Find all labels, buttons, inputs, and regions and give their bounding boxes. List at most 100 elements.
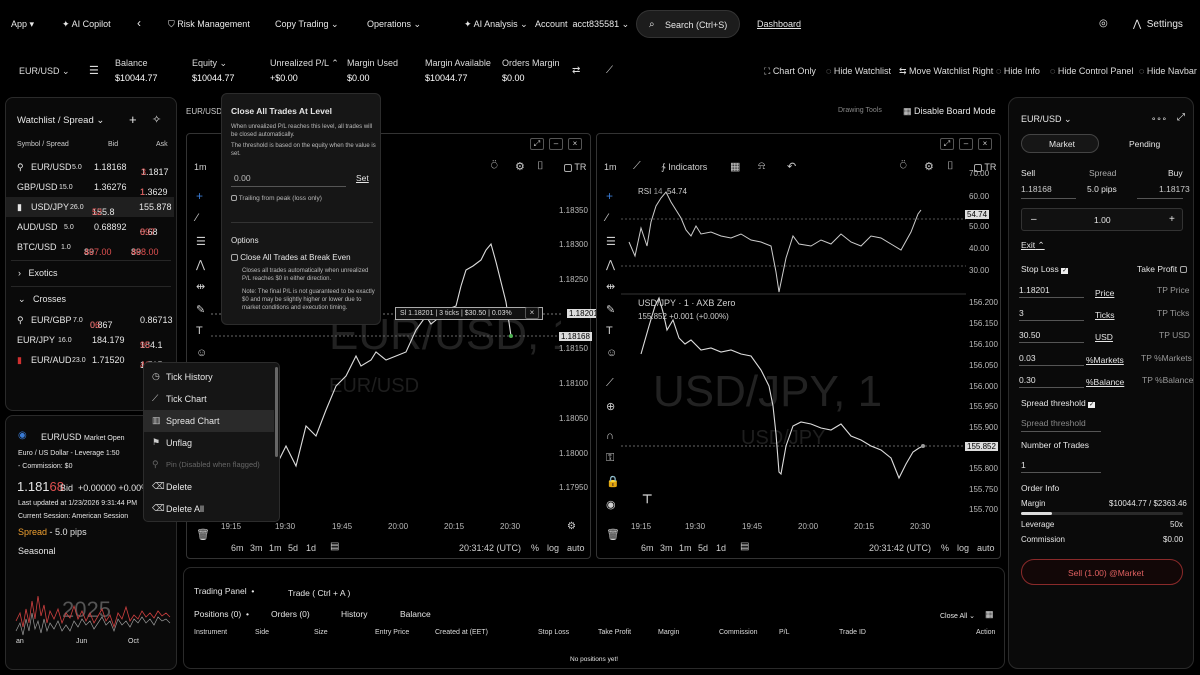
grid-icon[interactable]: ▦ bbox=[985, 609, 994, 620]
trade-shortcut[interactable]: Trade ( Ctrl + A ) bbox=[288, 588, 350, 598]
range-1d[interactable]: 1d bbox=[306, 543, 316, 553]
measure-icon[interactable]: ⇹ bbox=[196, 280, 205, 293]
camera-icon[interactable]: ⌷ bbox=[537, 160, 544, 173]
delete-all-item[interactable]: ⌫ Delete All bbox=[144, 498, 274, 520]
back-chevron-icon[interactable]: ‹ bbox=[137, 16, 141, 30]
tp-price-input[interactable]: TP Price bbox=[1157, 285, 1189, 295]
ruler-icon[interactable]: ⟋ bbox=[606, 377, 614, 390]
sparkle-icon[interactable]: ✧ bbox=[152, 113, 161, 126]
crosshair-icon[interactable]: + bbox=[606, 189, 613, 203]
undo-icon[interactable]: ↶ bbox=[787, 160, 796, 173]
auto-toggle[interactable]: auto bbox=[567, 543, 585, 553]
pattern-icon[interactable]: ⋀ bbox=[606, 258, 615, 271]
minus-icon[interactable]: – bbox=[1031, 214, 1037, 225]
hide-navbar-button[interactable]: ◌ Hide Navbar bbox=[1139, 66, 1197, 76]
close-all-button[interactable]: Close All ⌄ bbox=[940, 612, 975, 620]
plus-icon[interactable]: + bbox=[1169, 214, 1175, 225]
watchlist-row[interactable]: EUR/JPY 16.0 184.179 184.1 95 bbox=[6, 330, 174, 350]
stop-loss-toggle[interactable]: Stop Loss ✓ bbox=[1021, 264, 1069, 274]
fib-icon[interactable]: ☰ bbox=[606, 235, 616, 248]
measure-icon[interactable]: ⇹ bbox=[606, 280, 615, 293]
pattern-icon[interactable]: ⋀ bbox=[196, 258, 205, 271]
spread-threshold-input[interactable]: Spread threshold bbox=[1021, 418, 1086, 428]
sliders-icon[interactable]: ☰ bbox=[89, 64, 99, 77]
watchlist-row-selected[interactable]: ▮ USD/JPY 26.0 155.8 52 155.878 bbox=[6, 197, 174, 217]
chart-only-button[interactable]: ⛶ Chart Only bbox=[764, 66, 816, 77]
interval-button[interactable]: 1m bbox=[604, 162, 617, 172]
watchlist-row[interactable]: AUD/USD 5.0 0.68892 0.68 897 bbox=[6, 217, 174, 237]
chart-icon[interactable]: ⟋ bbox=[606, 65, 613, 76]
exotics-group[interactable]: › Exotics bbox=[18, 268, 58, 278]
upl-label[interactable]: Unrealized P/L ⌃ bbox=[270, 58, 339, 69]
account-selector[interactable]: Account acct835581 ⌄ bbox=[535, 19, 629, 30]
copy-trading-menu[interactable]: Copy Trading ⌄ bbox=[275, 19, 339, 30]
quantity-value[interactable]: 1.00 bbox=[1094, 215, 1111, 225]
spread-chart-item[interactable]: ▥ Spread Chart bbox=[144, 410, 274, 432]
fib-icon[interactable]: ☰ bbox=[196, 235, 206, 248]
tp-balance-input[interactable]: TP %Balance bbox=[1142, 375, 1193, 385]
sl-ticks-input[interactable]: 3 bbox=[1019, 308, 1024, 318]
equity-label[interactable]: Equity ⌄ bbox=[192, 58, 227, 69]
sl-markets-input[interactable]: 0.03 bbox=[1019, 353, 1036, 363]
tick-chart-item[interactable]: ⟋ Tick Chart bbox=[144, 388, 274, 410]
ai-analysis-menu[interactable]: ✦ AI Analysis ⌄ bbox=[464, 19, 528, 30]
range-3m[interactable]: 3m bbox=[250, 543, 263, 553]
percent-toggle[interactable]: % bbox=[531, 543, 539, 553]
take-profit-toggle[interactable]: Take Profit bbox=[1137, 264, 1187, 274]
scrollbar[interactable] bbox=[275, 367, 278, 457]
eye-icon[interactable]: ◉ bbox=[606, 498, 616, 511]
trash-icon[interactable]: 🗑 bbox=[606, 528, 620, 541]
tp-usd-input[interactable]: TP USD bbox=[1159, 330, 1190, 340]
camera-icon[interactable]: ⌷ bbox=[947, 160, 954, 173]
brush-icon[interactable]: ✎ bbox=[606, 303, 615, 316]
tab-history[interactable]: History bbox=[341, 609, 367, 619]
sl-balance-input[interactable]: 0.30 bbox=[1019, 375, 1036, 385]
tab-positions[interactable]: Positions (0) • bbox=[194, 609, 249, 619]
range-1m[interactable]: 1m bbox=[269, 543, 282, 553]
range-5d[interactable]: 5d bbox=[698, 543, 708, 553]
pin-item-disabled[interactable]: ⚲ Pin (Disabled when flagged) bbox=[144, 454, 274, 476]
range-6m[interactable]: 6m bbox=[641, 543, 654, 553]
close-icon[interactable]: × bbox=[978, 138, 992, 150]
drawing-tools-label[interactable]: Drawing Tools bbox=[838, 107, 882, 114]
quantity-stepper[interactable]: – 1.00 + bbox=[1021, 208, 1183, 231]
range-3m[interactable]: 3m bbox=[660, 543, 673, 553]
range-1m[interactable]: 1m bbox=[679, 543, 692, 553]
search-button[interactable]: ⌕ Search (Ctrl+S) bbox=[636, 10, 740, 38]
stop-loss-label[interactable]: Sl 1.18201 | 3 ticks | $30.50 | 0.03% bbox=[395, 307, 543, 320]
tp-markets-input[interactable]: TP %Markets bbox=[1141, 353, 1192, 363]
breakeven-checkbox[interactable]: Close All Trades at Break Even bbox=[231, 253, 351, 262]
spread-threshold-toggle[interactable]: Spread threshold ✓ bbox=[1021, 398, 1096, 408]
emoji-icon[interactable]: ☺ bbox=[606, 347, 617, 359]
emoji-icon[interactable]: ☺ bbox=[196, 347, 207, 359]
log-toggle[interactable]: log bbox=[957, 543, 969, 553]
risk-management-button[interactable]: ⛉ Risk Management bbox=[168, 19, 250, 30]
auto-toggle[interactable]: auto bbox=[977, 543, 995, 553]
text-icon[interactable]: T bbox=[196, 325, 203, 337]
brush-icon[interactable]: ✎ bbox=[196, 303, 205, 316]
tradingview-logo-icon[interactable]: ⊤ bbox=[642, 492, 652, 506]
lock-icon[interactable]: 🔒 bbox=[606, 475, 620, 488]
hide-control-panel-button[interactable]: ◌ Hide Control Panel bbox=[1050, 66, 1133, 76]
hide-info-button[interactable]: ◌ Hide Info bbox=[996, 66, 1040, 76]
settings-icon[interactable]: ⚙ bbox=[924, 160, 934, 173]
more-icon[interactable]: ∘∘∘ bbox=[1151, 113, 1167, 124]
tp-ticks-input[interactable]: TP Ticks bbox=[1157, 308, 1189, 318]
alert-search-icon[interactable]: ⍥ bbox=[900, 160, 907, 173]
operations-menu[interactable]: Operations ⌄ bbox=[367, 19, 421, 30]
move-watchlist-button[interactable]: ⇆ Move Watchlist Right bbox=[899, 66, 993, 77]
order-symbol-selector[interactable]: EUR/USD ⌄ bbox=[1021, 114, 1072, 125]
expand-icon[interactable]: ⤢ bbox=[940, 138, 954, 150]
chart-type-icon[interactable]: ⟋ bbox=[633, 160, 641, 173]
num-trades-input[interactable]: 1 bbox=[1021, 460, 1026, 470]
crosses-group[interactable]: ⌄ Crosses bbox=[18, 294, 66, 305]
log-toggle[interactable]: log bbox=[547, 543, 559, 553]
pending-tab[interactable]: Pending bbox=[1129, 139, 1160, 149]
layout-icon[interactable]: ▦ bbox=[730, 160, 740, 173]
sl-price-input[interactable]: 1.18201 bbox=[1019, 285, 1050, 295]
settings-button[interactable]: ⋀ Settings bbox=[1133, 19, 1183, 30]
watchlist-row[interactable]: BTC/USD 1.0 89 467.00 89 468.00 bbox=[6, 237, 174, 257]
set-button[interactable]: Set bbox=[356, 173, 369, 183]
tab-balance[interactable]: Balance bbox=[400, 609, 431, 619]
zoom-icon[interactable]: ⊕ bbox=[606, 400, 615, 413]
